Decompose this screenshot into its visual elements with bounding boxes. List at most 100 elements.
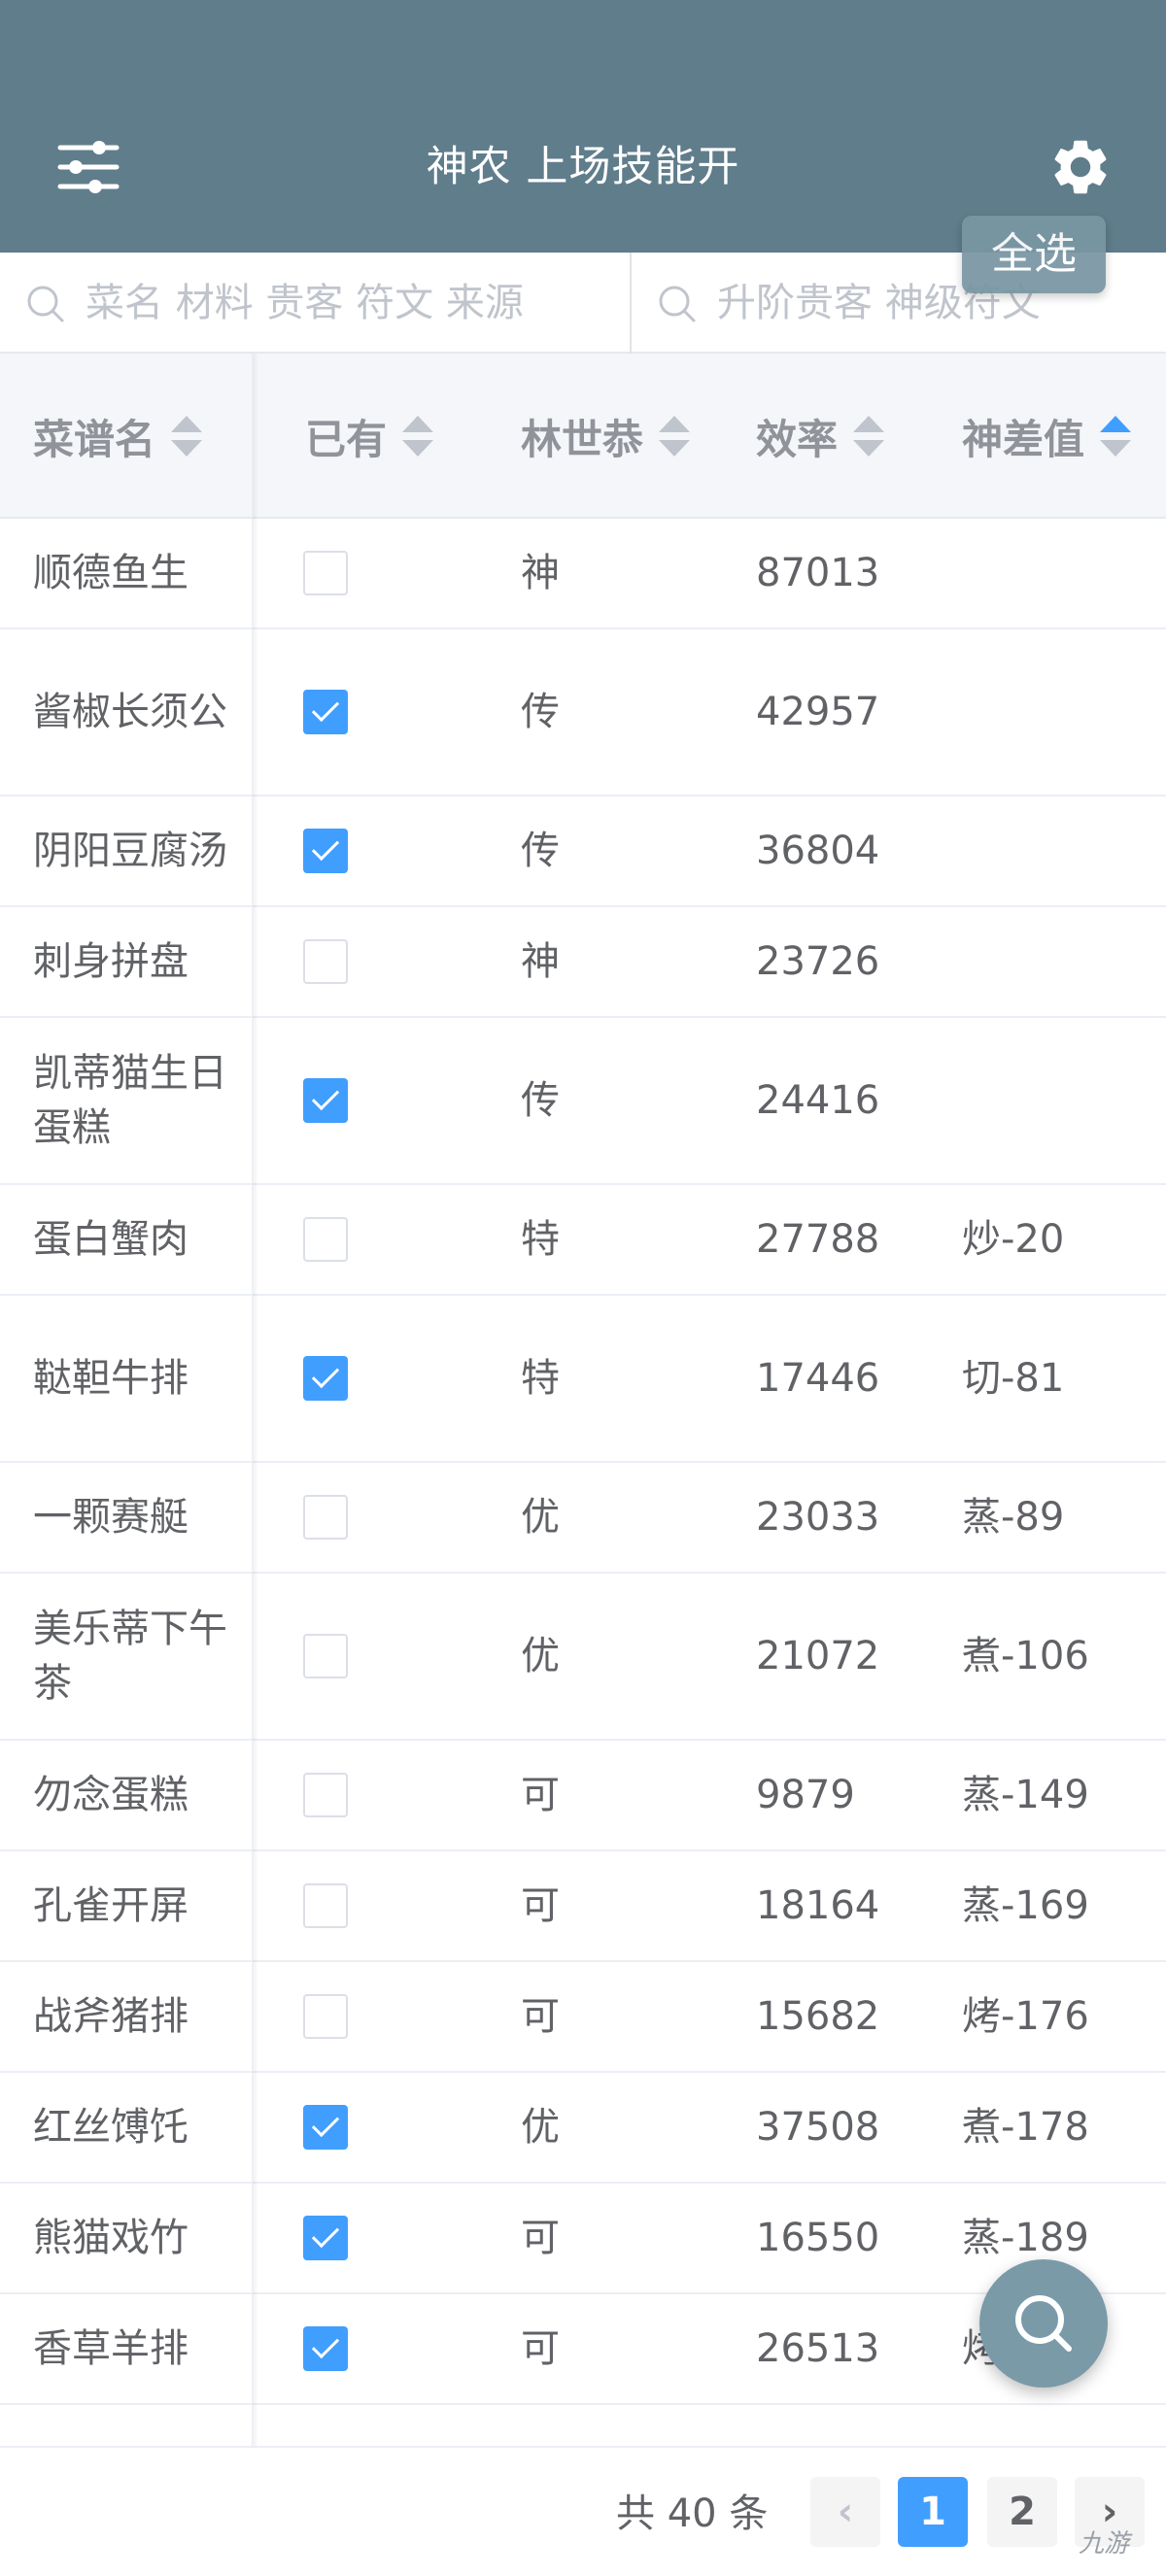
table-row[interactable]: 一颗赛艇 优 23033 蒸-89 xyxy=(0,1463,1166,1574)
grade-cell: 可 xyxy=(521,2216,560,2260)
god-diff-cell xyxy=(962,907,1166,1016)
watermark: 九游 xyxy=(1079,2529,1130,2559)
owned-checkbox-checked[interactable] xyxy=(303,690,348,734)
owned-checkbox[interactable] xyxy=(303,551,348,595)
recipe-name-cell: 孔雀开屏 xyxy=(33,1883,189,1928)
god-diff-cell: 炒-20 xyxy=(962,1217,1065,1262)
sort-icon[interactable] xyxy=(853,416,885,457)
recipe-name-cell: 战斧猪排 xyxy=(33,1994,189,2039)
column-header-owned[interactable]: 已有 xyxy=(305,354,434,519)
owned-checkbox-checked[interactable] xyxy=(303,829,348,873)
table-row[interactable]: 战斧猪排 可 15682 烤-176 xyxy=(0,1962,1166,2073)
table-row[interactable]: 凯蒂猫生日蛋糕 传 24416 xyxy=(0,1018,1166,1185)
table-row[interactable]: 酱椒长须公 传 42957 xyxy=(0,629,1166,797)
owned-checkbox[interactable] xyxy=(303,1634,348,1678)
column-label: 已有 xyxy=(305,415,388,463)
table-header: 菜谱名 已有 林世恭 效率 神差值 xyxy=(0,354,1166,519)
column-header-recipe-name[interactable]: 菜谱名 xyxy=(33,354,203,519)
floating-search-button[interactable] xyxy=(979,2259,1108,2388)
owned-checkbox[interactable] xyxy=(303,1994,348,2039)
column-label: 菜谱名 xyxy=(33,415,156,463)
table-row[interactable]: 孔雀开屏 可 18164 蒸-169 xyxy=(0,1851,1166,1962)
sort-icon[interactable] xyxy=(171,416,203,457)
owned-checkbox[interactable] xyxy=(303,939,348,984)
god-diff-cell xyxy=(962,797,1166,905)
gear-icon xyxy=(1054,140,1107,194)
table-row[interactable]: 刺身拼盘 神 23726 xyxy=(0,907,1166,1018)
recipe-name-cell: 蛋白蟹肉 xyxy=(33,1217,189,1262)
owned-checkbox-checked[interactable] xyxy=(303,1356,348,1401)
efficiency-cell: 27788 xyxy=(756,1217,880,1262)
god-diff-cell: 蒸-169 xyxy=(962,1883,1089,1928)
recipe-search-input[interactable] xyxy=(84,266,589,340)
god-diff-cell: 蒸-89 xyxy=(962,1495,1065,1540)
total-count: 共 40 条 xyxy=(616,2491,769,2536)
sort-ascending-icon[interactable] xyxy=(1100,416,1132,457)
owned-cell xyxy=(303,1296,420,1461)
owned-cell xyxy=(303,2294,420,2403)
god-diff-cell xyxy=(962,519,1166,627)
efficiency-cell: 42957 xyxy=(756,690,880,734)
grade-cell: 可 xyxy=(521,1773,560,1817)
owned-cell xyxy=(303,1962,420,2071)
grade-cell: 传 xyxy=(521,1078,560,1123)
page-button-2[interactable]: 2 xyxy=(987,2477,1057,2547)
table-row[interactable]: 鞑靼牛排 特 17446 切-81 xyxy=(0,1296,1166,1463)
grade-cell: 神 xyxy=(521,551,560,595)
table-row[interactable]: 阴阳豆腐汤 传 36804 xyxy=(0,797,1166,907)
owned-checkbox-checked[interactable] xyxy=(303,1078,348,1123)
recipe-name-cell: 香草羊排 xyxy=(33,2326,189,2371)
table-row[interactable]: 美乐蒂下午茶 优 21072 煮-106 xyxy=(0,1574,1166,1741)
owned-cell xyxy=(303,519,420,627)
grade-cell: 可 xyxy=(521,1994,560,2039)
owned-cell xyxy=(303,1185,420,1294)
owned-checkbox-checked[interactable] xyxy=(303,2105,348,2150)
recipe-name-cell: 一颗赛艇 xyxy=(33,1495,189,1540)
sort-icon[interactable] xyxy=(659,416,691,457)
grade-cell: 特 xyxy=(521,1217,560,1262)
grade-cell: 可 xyxy=(521,1883,560,1928)
recipe-name-cell: 红丝馎饦 xyxy=(33,2105,189,2150)
owned-cell xyxy=(303,1851,420,1960)
column-header-efficiency[interactable]: 效率 xyxy=(756,354,885,519)
sort-icon[interactable] xyxy=(402,416,434,457)
owned-checkbox[interactable] xyxy=(303,1883,348,1928)
owned-checkbox-checked[interactable] xyxy=(303,2326,348,2371)
recipe-name-cell: 鞑靼牛排 xyxy=(33,1356,189,1401)
owned-cell xyxy=(303,1574,420,1739)
god-diff-cell: 蒸-149 xyxy=(962,1773,1089,1817)
owned-cell xyxy=(303,2184,420,2292)
select-all-button[interactable]: 全选 xyxy=(962,216,1106,293)
column-header-chef[interactable]: 林世恭 xyxy=(521,354,691,519)
owned-cell xyxy=(303,629,420,795)
owned-checkbox[interactable] xyxy=(303,1217,348,1262)
prev-page-button[interactable]: ‹ xyxy=(810,2477,880,2547)
table-row[interactable]: 红丝馎饦 优 37508 煮-178 xyxy=(0,2073,1166,2184)
table-row[interactable]: 蛋白蟹肉 特 27788 炒-20 xyxy=(0,1185,1166,1296)
owned-checkbox[interactable] xyxy=(303,1495,348,1540)
settings-button[interactable] xyxy=(1047,134,1114,200)
owned-checkbox[interactable] xyxy=(303,1773,348,1817)
app-header: 神农 上场技能开 xyxy=(0,0,1166,253)
pagination-bar: 共 40 条 ‹ 1 2 › xyxy=(0,2446,1166,2576)
god-diff-cell: 烤-176 xyxy=(962,1994,1089,2039)
column-header-god-diff[interactable]: 神差值 xyxy=(962,354,1132,519)
table-row[interactable]: 顺德鱼生 神 87013 xyxy=(0,519,1166,629)
efficiency-cell: 36804 xyxy=(756,829,880,873)
table-row[interactable]: 勿念蛋糕 可 9879 蒸-149 xyxy=(0,1741,1166,1851)
efficiency-cell: 9879 xyxy=(756,1773,855,1817)
recipe-search-box xyxy=(0,253,632,354)
owned-checkbox-checked[interactable] xyxy=(303,2216,348,2260)
efficiency-cell: 18164 xyxy=(756,1883,880,1928)
owned-cell xyxy=(303,907,420,1016)
grade-cell: 优 xyxy=(521,2105,560,2150)
grade-cell: 优 xyxy=(521,1495,560,1540)
page-button-1[interactable]: 1 xyxy=(898,2477,968,2547)
owned-cell xyxy=(303,2073,420,2182)
god-diff-cell: 切-81 xyxy=(962,1356,1065,1401)
efficiency-cell: 24416 xyxy=(756,1078,880,1123)
efficiency-cell: 87013 xyxy=(756,551,880,595)
column-label: 效率 xyxy=(756,415,839,463)
recipe-name-cell: 凯蒂猫生日蛋糕 xyxy=(33,1051,227,1150)
grade-cell: 可 xyxy=(521,2326,560,2371)
